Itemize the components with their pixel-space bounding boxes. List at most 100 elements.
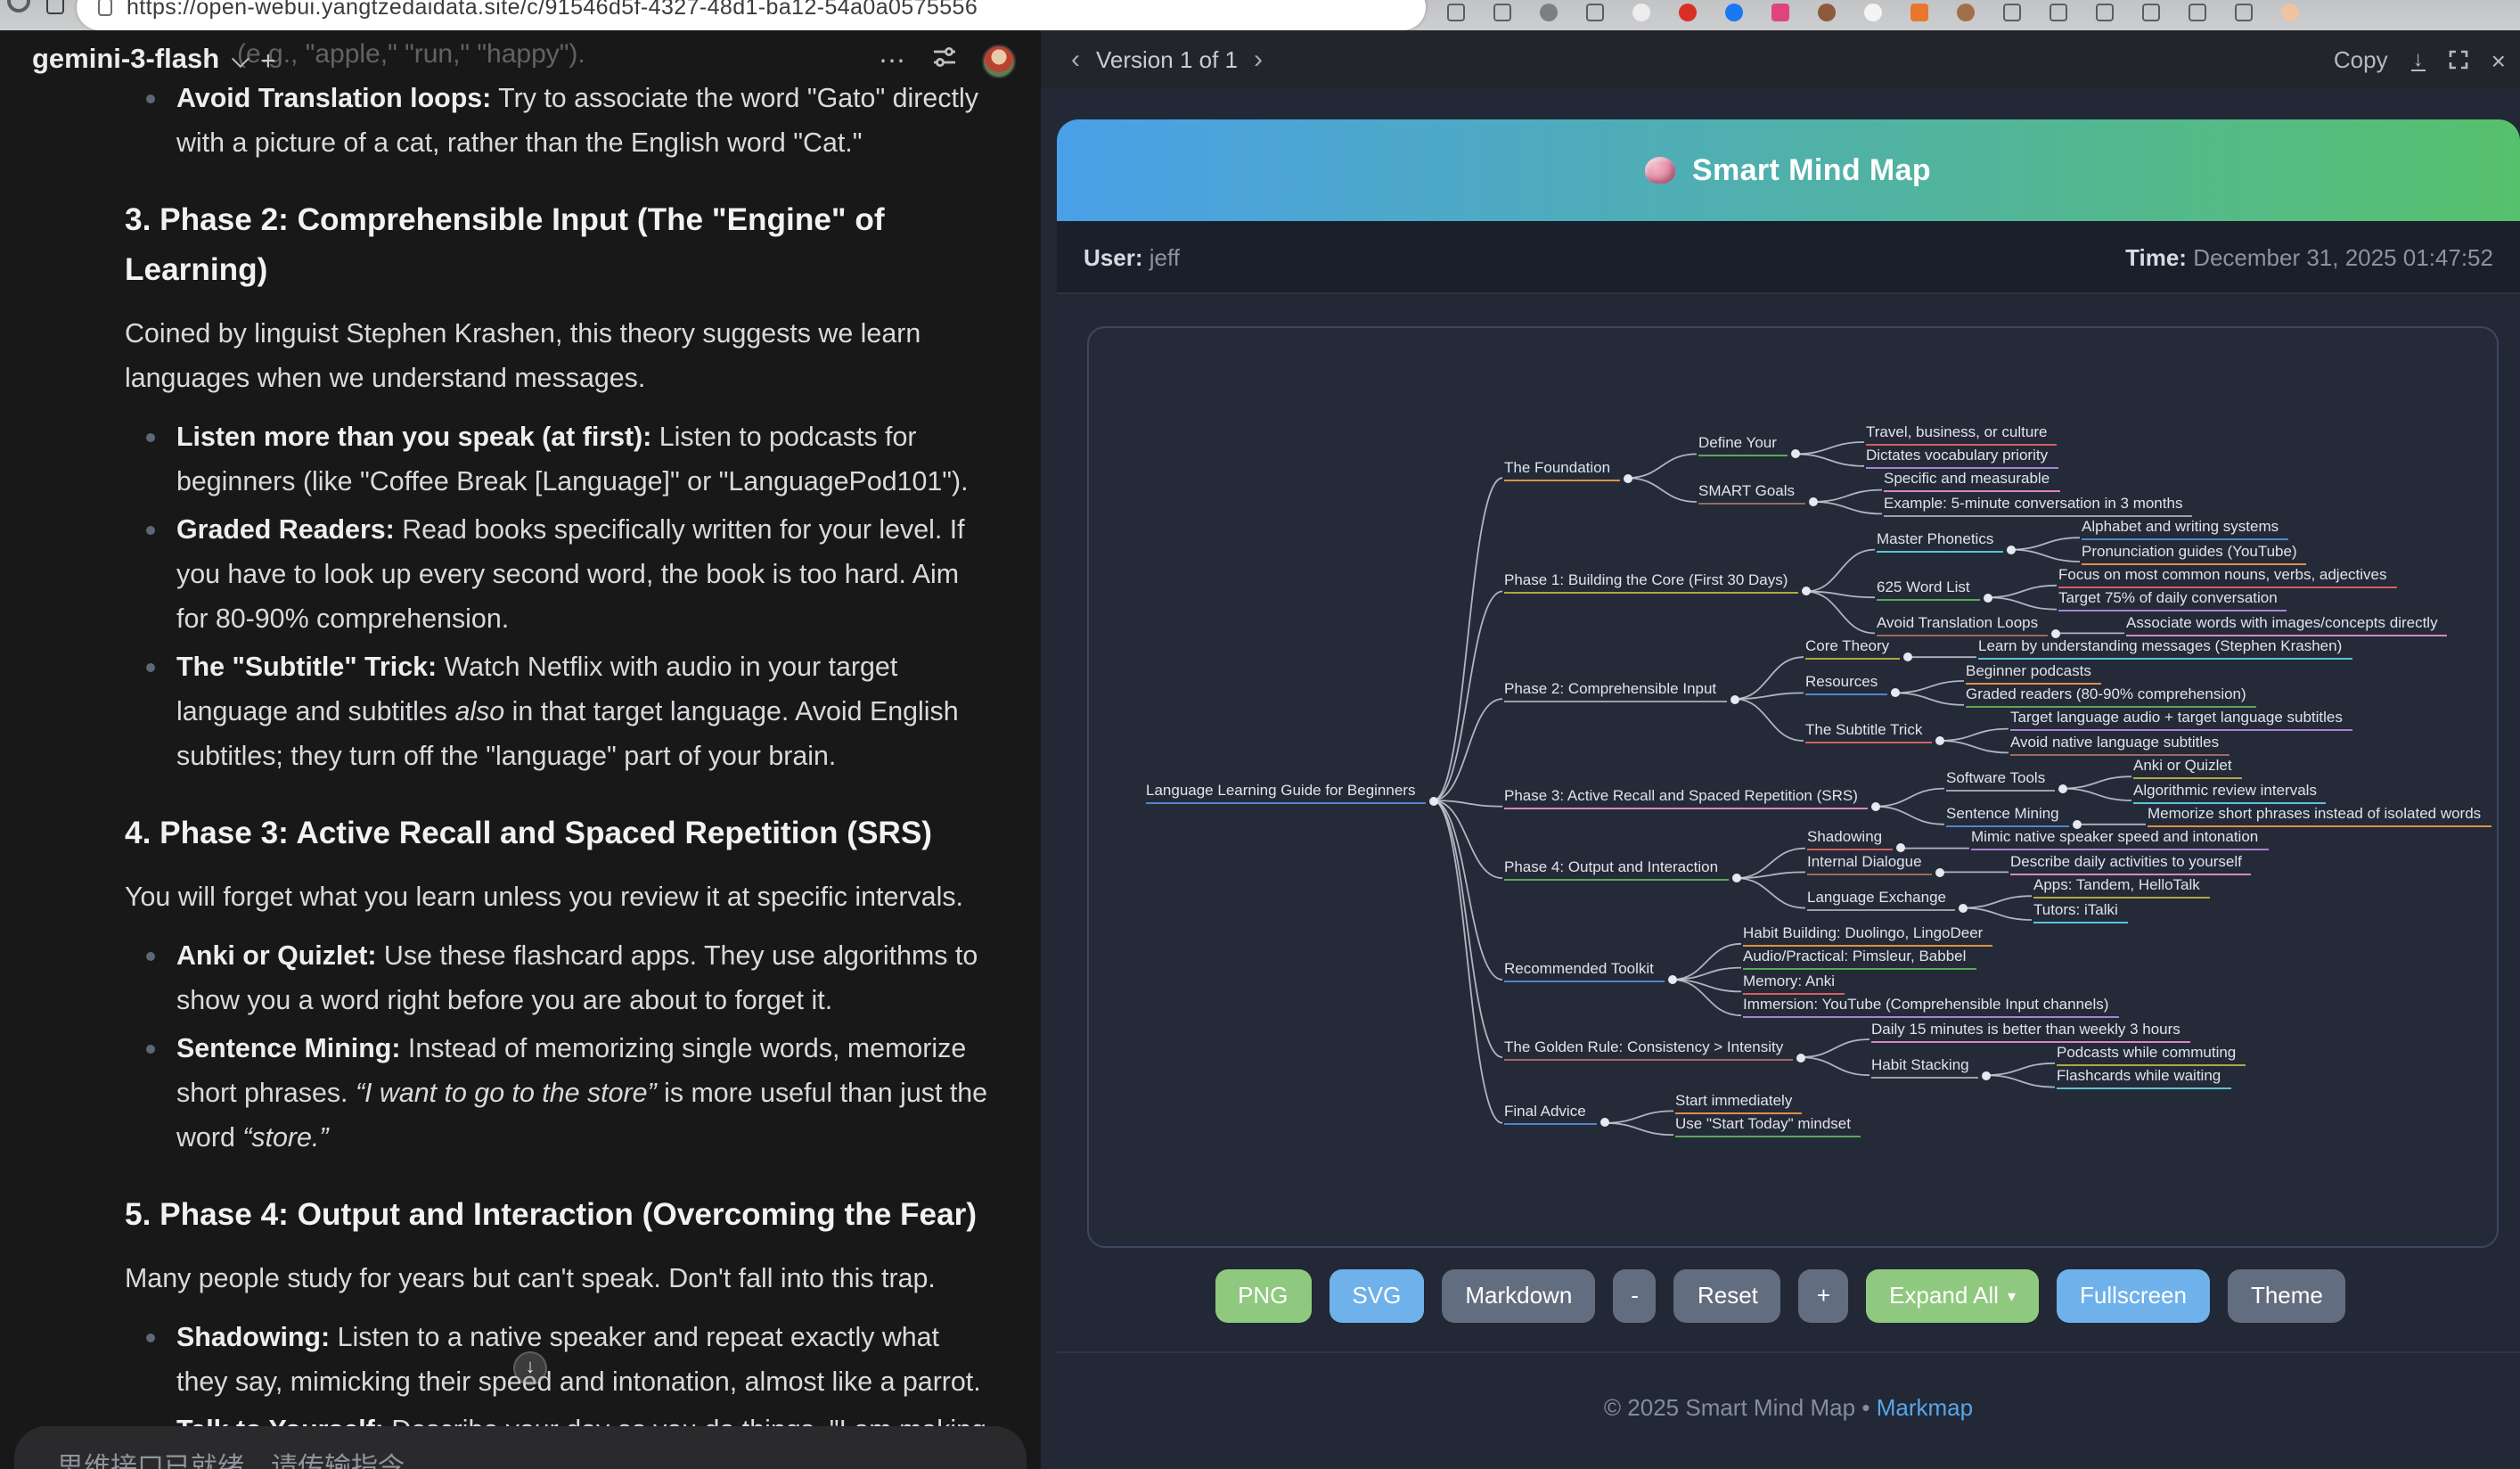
mindmap-node[interactable]: Habit Building: Duolingo, LingoDeer — [1743, 923, 1992, 947]
-button[interactable]: + — [1799, 1269, 1848, 1323]
mindmap-node[interactable]: Graded readers (80-90% comprehension) — [1966, 685, 2256, 708]
extension-icon[interactable] — [1679, 4, 1697, 21]
mindmap-node[interactable]: Dictates vocabulary priority — [1866, 446, 2058, 469]
version-next-icon[interactable]: › — [1254, 48, 1263, 71]
mindmap-node[interactable]: Phase 2: Comprehensible Input — [1504, 678, 1727, 702]
extension-icon[interactable] — [1864, 4, 1882, 21]
extension-icon[interactable] — [1725, 4, 1743, 21]
copy-button[interactable]: Copy — [2334, 46, 2388, 73]
mindmap-node-dot[interactable] — [1428, 796, 1437, 805]
mindmap-node[interactable]: Beginner podcasts — [1966, 661, 2101, 684]
mindmap-node-dot[interactable] — [1808, 497, 1817, 506]
mindmap-node[interactable]: Describe daily activities to yourself — [2010, 851, 2251, 874]
mindmap-node[interactable]: Resources — [1805, 672, 1887, 695]
mindmap-node[interactable]: Avoid native language subtitles — [2010, 732, 2230, 755]
chevron-down-icon[interactable] — [232, 49, 250, 67]
extension-icon[interactable] — [1493, 4, 1511, 21]
mindmap-node[interactable]: Phase 1: Building the Core (First 30 Day… — [1504, 571, 1798, 595]
version-prev-icon[interactable]: ‹ — [1071, 48, 1080, 71]
mindmap-node-dot[interactable] — [2006, 546, 2015, 554]
extension-icon[interactable] — [1910, 4, 1928, 21]
mindmap-node-dot[interactable] — [1870, 802, 1879, 811]
fullscreen-button[interactable]: Fullscreen — [2057, 1269, 2210, 1323]
mindmap-node-dot[interactable] — [2072, 820, 2081, 829]
reload-icon[interactable] — [7, 0, 30, 12]
mindmap-node-dot[interactable] — [1623, 473, 1632, 482]
mindmap-node[interactable]: Learn by understanding messages (Stephen… — [1978, 636, 2352, 660]
mindmap-node[interactable]: Travel, business, or culture — [1866, 422, 2057, 445]
mindmap-node-dot[interactable] — [1958, 904, 1967, 913]
mindmap-node[interactable]: Avoid Translation Loops — [1877, 612, 2048, 636]
mindmap-node[interactable]: Sentence Mining — [1946, 804, 2069, 827]
mindmap-node[interactable]: Target language audio + target language … — [2010, 709, 2352, 732]
mindmap-node[interactable]: Associate words with images/concepts dir… — [2126, 612, 2447, 636]
mindmap-node[interactable]: SMART Goals — [1698, 481, 1805, 505]
mindmap-node[interactable]: Define Your — [1698, 433, 1788, 456]
mindmap-node[interactable]: Core Theory — [1805, 636, 1900, 660]
reset-button[interactable]: Reset — [1674, 1269, 1781, 1323]
extension-icon[interactable] — [1818, 4, 1836, 21]
mindmap-node-dot[interactable] — [2050, 628, 2059, 637]
more-options-icon[interactable]: ⋯ — [879, 45, 907, 78]
extension-icon[interactable] — [1771, 4, 1789, 21]
mindmap-node[interactable]: Habit Stacking — [1871, 1055, 1978, 1078]
mindmap-node[interactable]: The Foundation — [1504, 457, 1620, 480]
model-name[interactable]: gemini-3-flash — [32, 45, 219, 77]
mindmap-node[interactable]: Alphabet and writing systems — [2082, 517, 2288, 540]
mindmap-node[interactable]: Use "Start Today" mindset — [1675, 1114, 1861, 1137]
mindmap-node[interactable]: Phase 4: Output and Interaction — [1504, 858, 1729, 881]
scroll-to-bottom-button[interactable]: ↓ — [513, 1351, 547, 1385]
grid-icon[interactable] — [2050, 4, 2067, 21]
mindmap-node[interactable]: Flashcards while waiting — [2057, 1067, 2231, 1090]
mindmap-node[interactable]: Start immediately — [1675, 1090, 1802, 1113]
mindmap-node[interactable]: Language Learning Guide for Beginners — [1146, 780, 1426, 803]
message-input[interactable]: 思维接口已就绪，请传输指令。 — [14, 1426, 1027, 1469]
png-button[interactable]: PNG — [1215, 1269, 1311, 1323]
mindmap-node[interactable]: Final Advice — [1504, 1103, 1597, 1126]
markmap-link[interactable]: Markmap — [1877, 1394, 1973, 1421]
mindmap-node-dot[interactable] — [1796, 1053, 1804, 1062]
mindmap-node[interactable]: Software Tools — [1946, 768, 2055, 792]
mindmap-node[interactable]: Phase 3: Active Recall and Spaced Repeti… — [1504, 786, 1868, 809]
mindmap-node[interactable]: Podcasts while commuting — [2057, 1043, 2246, 1066]
mindmap-node[interactable]: Immersion: YouTube (Comprehensible Input… — [1743, 995, 2119, 1018]
mindmap-node-dot[interactable] — [1667, 975, 1676, 984]
mindmap-node[interactable]: Focus on most common nouns, verbs, adjec… — [2058, 565, 2397, 588]
mindmap-node[interactable]: Specific and measurable — [1884, 470, 2060, 493]
mindmap-node-dot[interactable] — [1983, 593, 1992, 602]
mindmap-node[interactable]: Audio/Practical: Pimsleur, Babbel — [1743, 948, 1976, 971]
mindmap-node[interactable]: The Golden Rule: Consistency > Intensity — [1504, 1037, 1793, 1060]
mindmap-node[interactable]: Memorize short phrases instead of isolat… — [2148, 804, 2491, 827]
markdown-button[interactable]: Markdown — [1442, 1269, 1595, 1323]
mindmap-node[interactable]: Pronunciation guides (YouTube) — [2082, 541, 2306, 564]
user-avatar[interactable] — [982, 45, 1016, 78]
address-bar[interactable]: https://open-webui.yangtzedaidata.site/c… — [77, 0, 1426, 30]
copy-icon[interactable] — [2142, 4, 2160, 21]
mindmap-canvas[interactable]: Language Learning Guide for Beginners The… — [1089, 328, 2497, 1246]
mindmap-node[interactable]: Tutors: iTalki — [2033, 899, 2128, 923]
extension-icon[interactable] — [1632, 4, 1650, 21]
mindmap-node[interactable]: Language Exchange — [1807, 888, 1955, 911]
mindmap-node[interactable]: Internal Dialogue — [1807, 851, 1932, 874]
mindmap-node[interactable]: The Subtitle Trick — [1805, 720, 1932, 743]
controls-sliders-icon[interactable] — [930, 43, 959, 80]
mindmap-node[interactable]: Shadowing — [1807, 828, 1893, 851]
mindmap-node[interactable]: Mimic native speaker speed and intonatio… — [1971, 828, 2269, 851]
mindmap-node-dot[interactable] — [1935, 736, 1943, 745]
profile-avatar[interactable] — [2281, 4, 2299, 21]
url-text[interactable]: https://open-webui.yangtzedaidata.site/c… — [127, 0, 978, 20]
expand-all-button[interactable]: Expand All▾ — [1866, 1269, 2039, 1323]
-button[interactable]: - — [1613, 1269, 1657, 1323]
download-icon[interactable]: ↓ — [2411, 49, 2426, 70]
search-icon[interactable] — [1540, 4, 1558, 21]
scissors-icon[interactable] — [2235, 4, 2253, 21]
mindmap-node[interactable]: Apps: Tandem, HelloTalk — [2033, 875, 2210, 899]
mindmap-node[interactable]: 625 Word List — [1877, 577, 1980, 600]
extension-icon[interactable] — [1957, 4, 1975, 21]
mindmap-node[interactable]: Master Phonetics — [1877, 529, 2003, 553]
new-chat-button[interactable]: + — [260, 45, 276, 76]
mindmap-node-dot[interactable] — [1935, 867, 1943, 876]
expand-icon[interactable] — [2449, 50, 2468, 70]
theme-button[interactable]: Theme — [2228, 1269, 2346, 1323]
heart-icon[interactable] — [2189, 4, 2206, 21]
